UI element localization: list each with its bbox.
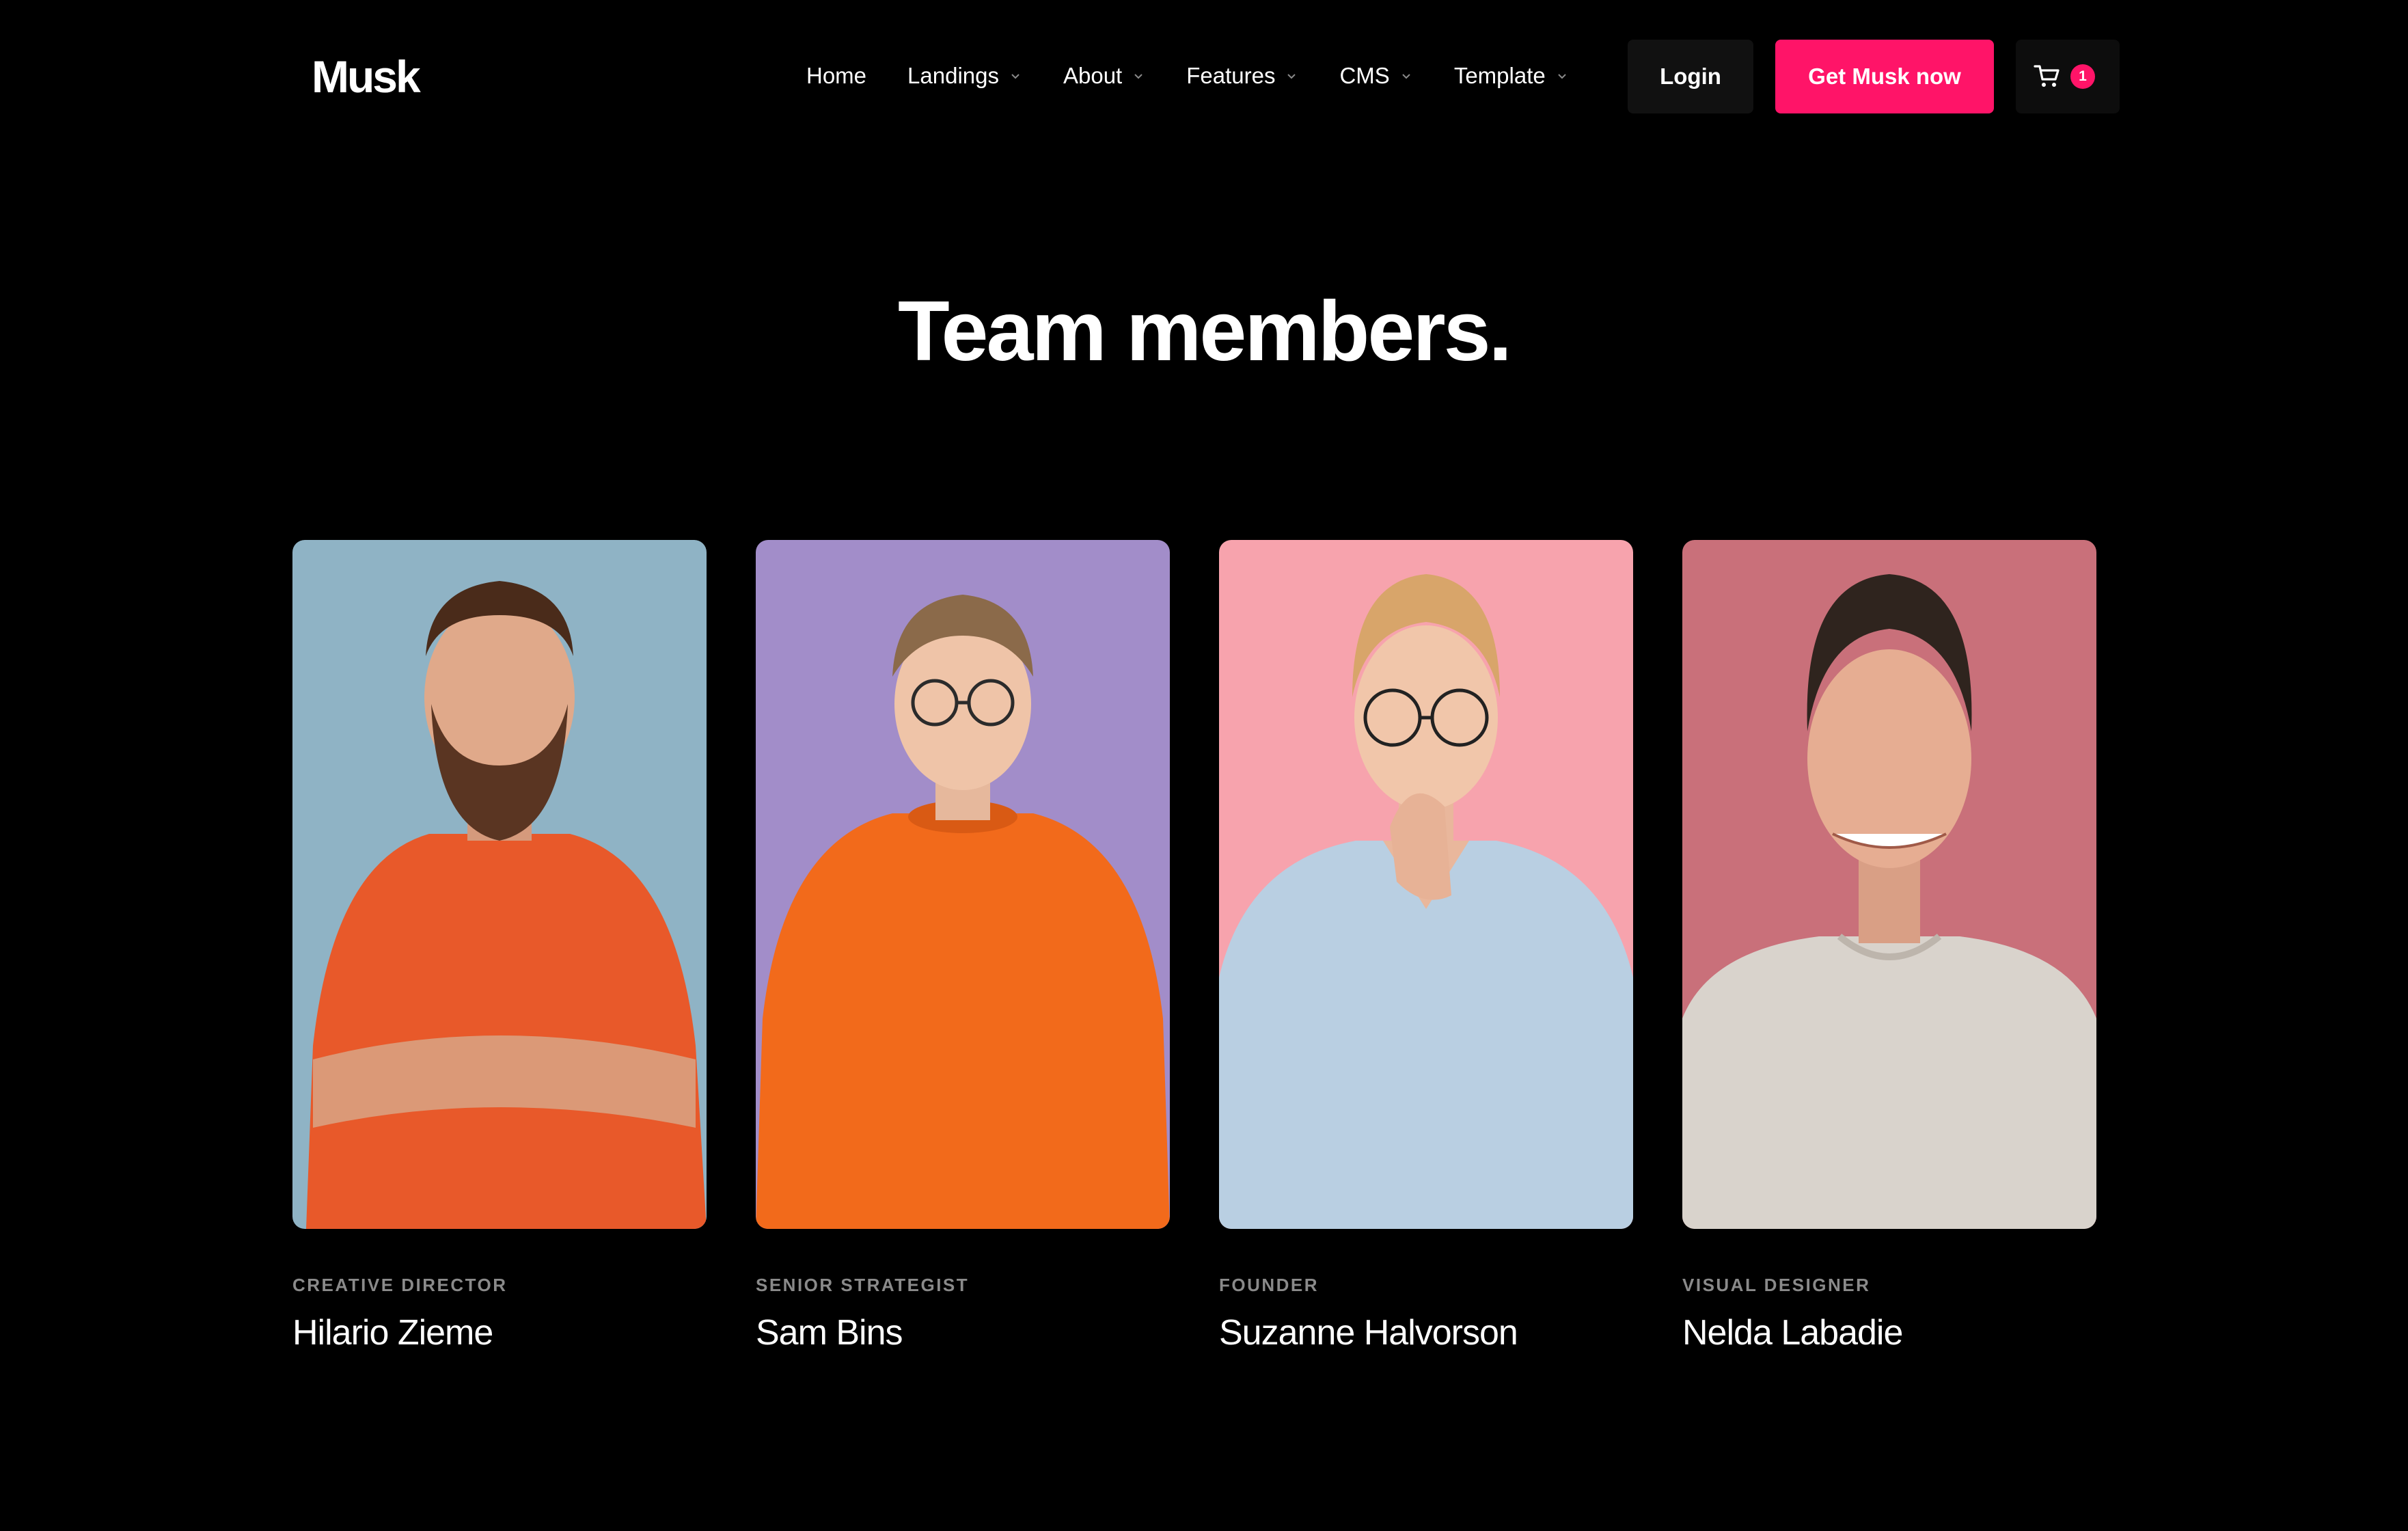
member-role: CREATIVE DIRECTOR [292, 1275, 508, 1295]
nav-item-landings[interactable]: Landings [907, 63, 1022, 89]
chevron-down-icon [1399, 69, 1413, 83]
portrait-illustration [1682, 540, 2096, 1229]
team-member-card[interactable]: SENIOR STRATEGIST Sam Bins [756, 540, 1170, 1387]
team-grid: CREATIVE DIRECTOR Hilario Zieme SENIOR S… [292, 540, 2096, 1387]
nav-item-home[interactable]: Home [806, 63, 866, 89]
member-photo [756, 540, 1170, 1229]
chevron-down-icon [1555, 69, 1569, 83]
member-name[interactable]: Nelda Labadie [1682, 1311, 2096, 1355]
main-nav: Home Landings About Features CMS Templat… [806, 38, 1610, 113]
nav-item-about[interactable]: About [1063, 63, 1145, 89]
team-member-card[interactable]: FOUNDER Suzanne Halvorson [1219, 540, 1633, 1387]
nav-item-label: Template [1453, 63, 1546, 88]
cart-button[interactable]: 1 [2016, 40, 2120, 113]
page-title: Team members. [897, 284, 1512, 379]
member-photo [1219, 540, 1633, 1229]
team-member-card[interactable]: CREATIVE DIRECTOR Hilario Zieme [292, 540, 707, 1387]
nav-item-cms[interactable]: CMS [1339, 63, 1412, 89]
nav-item-label: Home [806, 63, 867, 88]
nav-item-label: CMS [1339, 63, 1390, 88]
member-photo [292, 540, 707, 1229]
get-musk-now-button[interactable]: Get Musk now [1775, 40, 1994, 113]
nav-item-label: About [1063, 63, 1123, 88]
chevron-down-icon [1132, 69, 1145, 83]
login-button[interactable]: Login [1628, 40, 1753, 113]
cart-icon [2034, 64, 2061, 89]
member-role: FOUNDER [1219, 1275, 1319, 1295]
member-role: VISUAL DESIGNER [1682, 1275, 1871, 1295]
nav-item-label: Features [1186, 63, 1276, 88]
member-name[interactable]: Hilario Zieme [292, 1311, 707, 1355]
nav-item-template[interactable]: Template [1454, 63, 1569, 89]
nav-item-features[interactable]: Features [1186, 63, 1298, 89]
portrait-illustration [756, 540, 1170, 1229]
team-member-card[interactable]: VISUAL DESIGNER Nelda Labadie [1682, 540, 2096, 1387]
member-name[interactable]: Sam Bins [756, 1311, 1170, 1355]
nav-item-label: Landings [907, 63, 999, 88]
chevron-down-icon [1009, 69, 1022, 83]
portrait-illustration [1219, 540, 1633, 1229]
member-photo [1682, 540, 2096, 1229]
chevron-down-icon [1285, 69, 1298, 83]
portrait-illustration [292, 540, 707, 1229]
cart-count-badge: 1 [2070, 64, 2095, 89]
logo[interactable]: Musk [312, 49, 421, 104]
site-header: Musk Home Landings About Features CMS Te… [0, 0, 2408, 153]
member-name[interactable]: Suzanne Halvorson [1219, 1311, 1633, 1355]
member-role: SENIOR STRATEGIST [756, 1275, 970, 1295]
